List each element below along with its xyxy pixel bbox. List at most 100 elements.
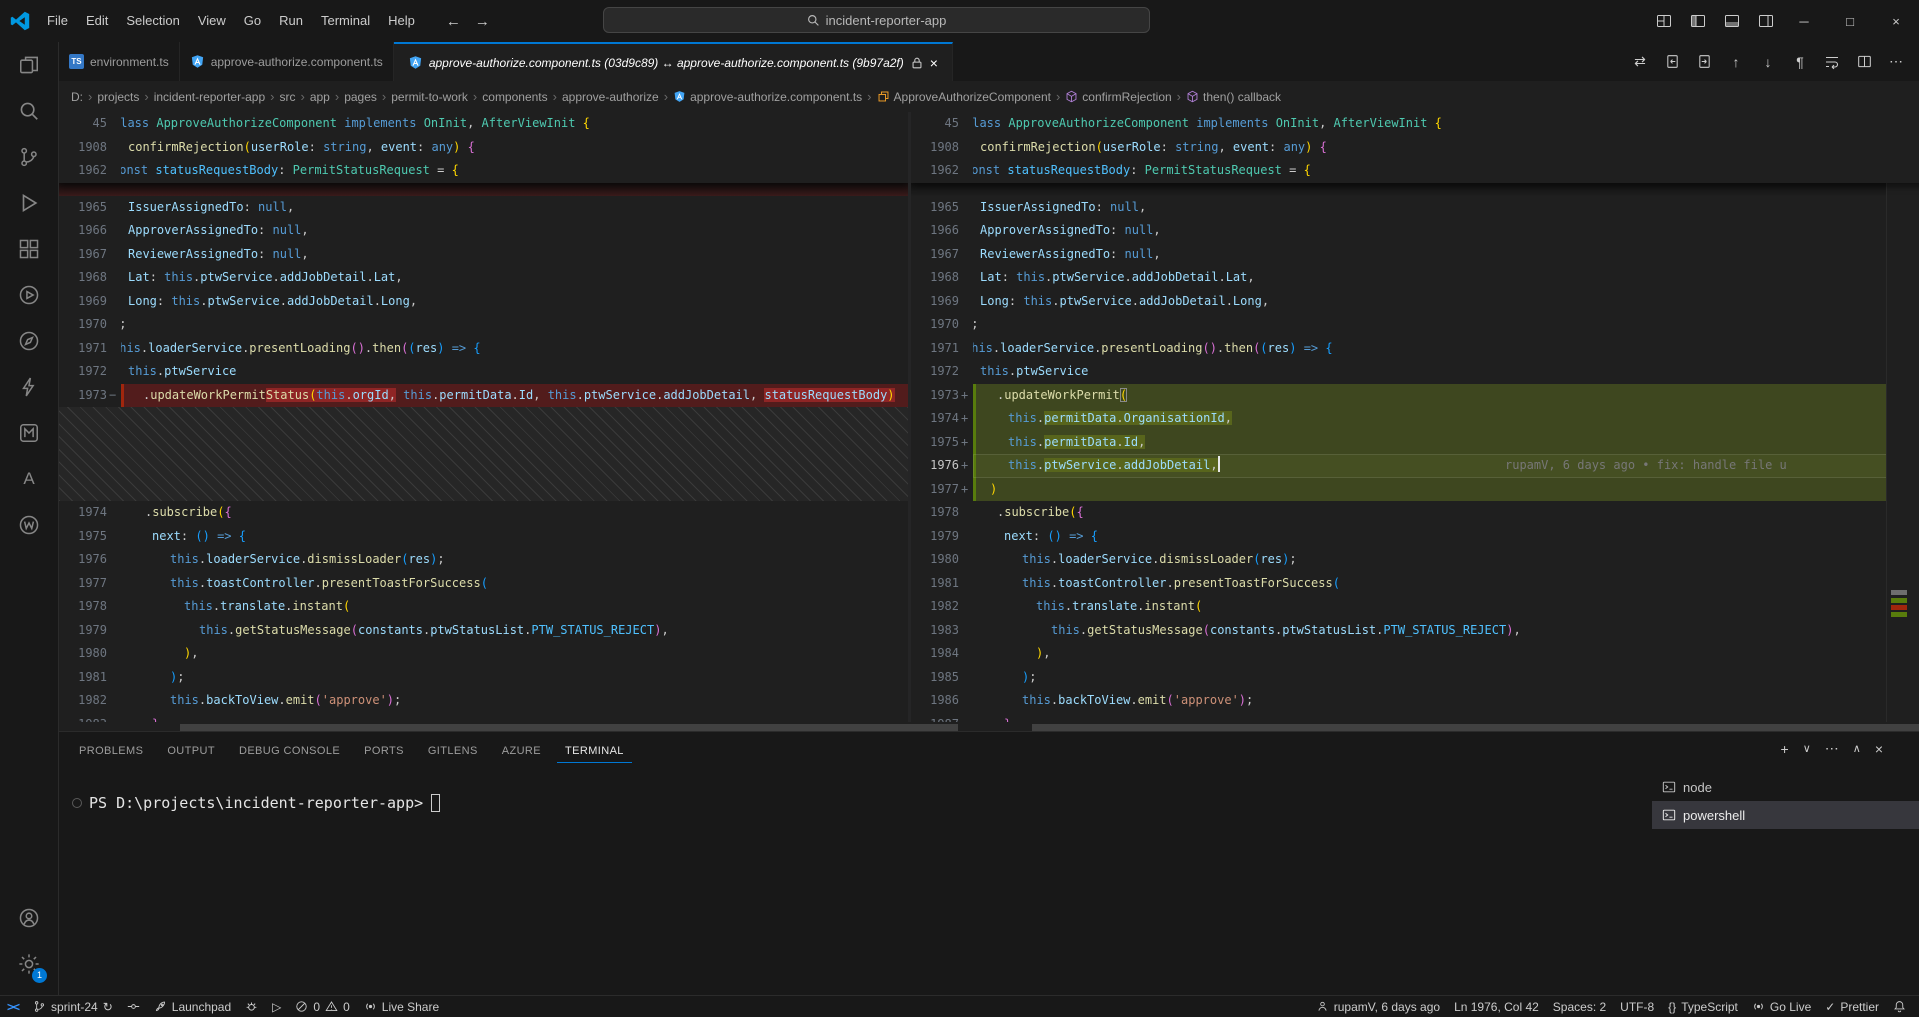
panel-tab-ports[interactable]: PORTS <box>356 739 412 763</box>
code-line[interactable]: 1975+this.permitData.Id, <box>911 431 1919 455</box>
source-control-icon[interactable] <box>5 134 53 180</box>
panel-tab-azure[interactable]: AZURE <box>494 739 549 763</box>
panel-tab-debug-console[interactable]: DEBUG CONSOLE <box>231 739 348 763</box>
problems-status-item[interactable]: 0 0 <box>288 996 356 1017</box>
code-line[interactable]: 1966ApproverAssignedTo: null, <box>911 219 1919 243</box>
window-minimize-button[interactable]: ─ <box>1781 0 1827 42</box>
line-number[interactable]: 1980 <box>59 642 121 666</box>
w-circle-icon[interactable] <box>5 502 53 548</box>
line-number[interactable]: 1968 <box>911 266 973 290</box>
line-number[interactable]: 45 <box>59 112 121 136</box>
line-number[interactable]: 1972 <box>59 360 121 384</box>
menu-help[interactable]: Help <box>379 7 424 35</box>
notifications-bell-icon[interactable] <box>1886 996 1913 1017</box>
code-line[interactable]: 1979this.getStatusMessage(constants.ptwS… <box>59 619 908 643</box>
layout-customize-icon[interactable] <box>1649 8 1679 34</box>
code-line[interactable]: 1965IssuerAssignedTo: null, <box>911 196 1919 220</box>
panel-tab-output[interactable]: OUTPUT <box>159 739 223 763</box>
line-number[interactable]: 1972 <box>911 360 973 384</box>
line-number[interactable]: 1976+ <box>911 454 973 478</box>
nav-back-icon[interactable]: ← <box>446 13 461 30</box>
line-number[interactable]: 1977+ <box>911 478 973 502</box>
line-number[interactable]: 1985 <box>911 666 973 690</box>
code-line[interactable]: 45class ApproveAuthorizeComponent implem… <box>911 112 1919 136</box>
previous-change-file-icon[interactable] <box>1663 53 1681 71</box>
code-line[interactable]: 1983} <box>59 713 908 723</box>
search-sidebar-icon[interactable] <box>5 88 53 134</box>
code-line[interactable]: 1971this.loaderService.presentLoading().… <box>59 337 908 361</box>
code-line[interactable]: 1977+) <box>911 478 1919 502</box>
breadcrumb-item[interactable]: approve-authorize <box>562 90 659 104</box>
code-line[interactable]: 1967ReviewerAssignedTo: null, <box>59 243 908 267</box>
breadcrumb-item[interactable]: projects <box>97 90 139 104</box>
line-number[interactable]: 1980 <box>911 548 973 572</box>
code-line[interactable]: 45class ApproveAuthorizeComponent implem… <box>59 112 908 136</box>
line-number[interactable]: 1965 <box>911 196 973 220</box>
line-number[interactable]: 1965 <box>59 196 121 220</box>
code-line[interactable]: 1982this.translate.instant( <box>911 595 1919 619</box>
panel-tab-problems[interactable]: PROBLEMS <box>71 739 151 763</box>
blame-status-item[interactable]: rupamV, 6 days ago <box>1309 996 1447 1017</box>
debug-status-icon[interactable] <box>238 996 265 1017</box>
code-line[interactable]: 1978this.translate.instant( <box>59 595 908 619</box>
code-line[interactable]: 1976this.loaderService.dismissLoader(res… <box>59 548 908 572</box>
breadcrumb-item[interactable]: incident-reporter-app <box>154 90 265 104</box>
maximize-panel-icon[interactable]: ∧ <box>1853 742 1861 755</box>
breadcrumb-item[interactable]: confirmRejection <box>1065 90 1171 104</box>
code-line[interactable]: 1972this.ptwService <box>59 360 908 384</box>
line-number[interactable]: 1970 <box>911 313 973 337</box>
line-number[interactable]: 1970 <box>59 313 121 337</box>
code-line[interactable]: 1974.subscribe({ <box>59 501 908 525</box>
a-letter-icon[interactable]: A <box>5 456 53 502</box>
line-number[interactable]: 1969 <box>911 290 973 314</box>
tab-approve-authorize-component[interactable]: approve-authorize.component.ts <box>180 42 394 81</box>
tab-environment-ts[interactable]: TS environment.ts <box>59 42 180 81</box>
word-wrap-icon[interactable] <box>1823 53 1841 71</box>
line-number[interactable]: 1978 <box>59 595 121 619</box>
code-line[interactable]: 1983this.getStatusMessage(constants.ptwS… <box>911 619 1919 643</box>
line-number[interactable]: 1971 <box>59 337 121 361</box>
code-line[interactable]: 1980this.loaderService.dismissLoader(res… <box>911 548 1919 572</box>
line-number[interactable]: 1908 <box>911 136 973 160</box>
breadcrumb-item[interactable]: components <box>482 90 547 104</box>
cursor-position-item[interactable]: Ln 1976, Col 42 <box>1447 996 1546 1017</box>
line-number[interactable]: 1982 <box>59 689 121 713</box>
previous-change-icon[interactable]: ↑ <box>1727 53 1745 71</box>
code-line[interactable]: 1985); <box>911 666 1919 690</box>
line-number[interactable]: 1975+ <box>911 431 973 455</box>
menu-view[interactable]: View <box>189 7 235 35</box>
line-number[interactable]: 1962 <box>911 159 973 183</box>
code-line[interactable]: 1965IssuerAssignedTo: null, <box>59 196 908 220</box>
code-line[interactable]: 1974+this.permitData.OrganisationId, <box>911 407 1919 431</box>
line-number[interactable]: 1973+ <box>911 384 973 408</box>
line-number[interactable]: 1974+ <box>911 407 973 431</box>
accounts-icon[interactable] <box>5 895 53 941</box>
line-number[interactable]: 45 <box>911 112 973 136</box>
breadcrumb-item[interactable]: src <box>279 90 295 104</box>
tab-close-icon[interactable]: × <box>930 55 938 71</box>
terminal-item-node[interactable]: node <box>1652 773 1919 801</box>
window-maximize-button[interactable]: □ <box>1827 0 1873 42</box>
line-number[interactable]: 1966 <box>911 219 973 243</box>
nav-forward-icon[interactable]: → <box>475 13 490 30</box>
menu-run[interactable]: Run <box>270 7 312 35</box>
prettier-item[interactable]: ✓Prettier <box>1818 996 1886 1017</box>
remote-indicator[interactable]: >< <box>0 996 26 1017</box>
horizontal-scrollbar-right[interactable] <box>1032 724 1919 731</box>
line-number[interactable]: 1982 <box>911 595 973 619</box>
terminal-item-powershell[interactable]: powershell <box>1652 801 1919 829</box>
code-line[interactable]: 1981this.toastController.presentToastFor… <box>911 572 1919 596</box>
code-line[interactable]: 1980), <box>59 642 908 666</box>
menu-terminal[interactable]: Terminal <box>312 7 379 35</box>
line-number[interactable]: 1981 <box>59 666 121 690</box>
swap-diff-sides-icon[interactable]: ⇄ <box>1631 53 1649 71</box>
encoding-item[interactable]: UTF-8 <box>1613 996 1661 1017</box>
line-number[interactable]: 1967 <box>59 243 121 267</box>
line-number[interactable]: 1979 <box>59 619 121 643</box>
line-number[interactable]: 1974 <box>59 501 121 525</box>
code-line[interactable]: 1968Lat: this.ptwService.addJobDetail.La… <box>911 266 1919 290</box>
line-number[interactable]: 1967 <box>911 243 973 267</box>
launchpad-item[interactable]: Launchpad <box>147 996 238 1017</box>
code-line[interactable]: 1981); <box>59 666 908 690</box>
m365-icon[interactable] <box>5 410 53 456</box>
